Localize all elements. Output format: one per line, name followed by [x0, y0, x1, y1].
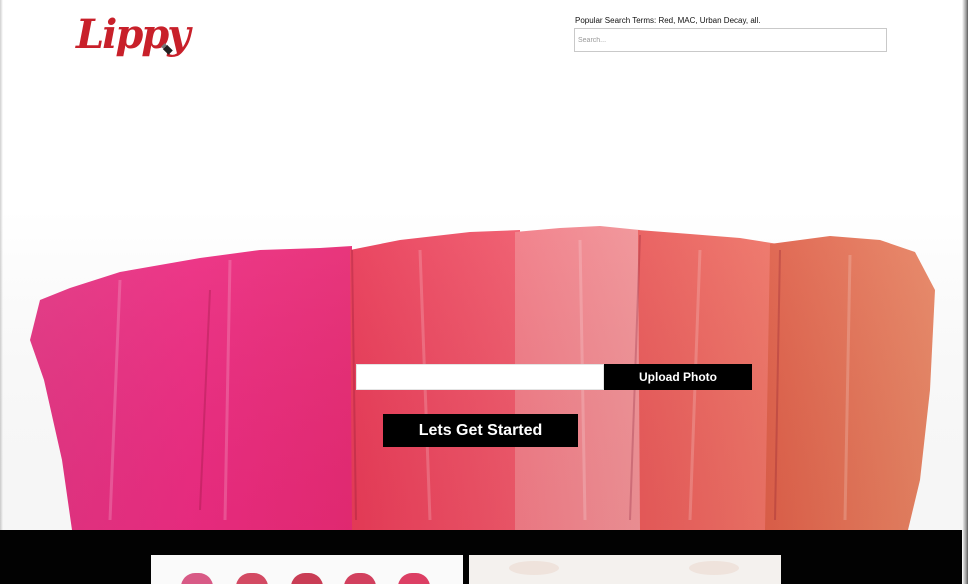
lipstick-swatch	[236, 573, 268, 584]
lipstick-icon	[158, 42, 173, 55]
logo[interactable]: Lippy	[76, 10, 190, 66]
upload-photo-button[interactable]: Upload Photo	[604, 364, 752, 390]
photo-file-field[interactable]	[356, 364, 604, 390]
lipstick-swatch	[181, 573, 213, 584]
face-image-card[interactable]	[469, 555, 781, 584]
lipstick-swatch	[291, 573, 323, 584]
window-edge-right	[962, 0, 968, 584]
featured-section	[0, 530, 962, 584]
lipstick-swatch	[344, 573, 376, 584]
page: Lippy Popular Search Terms: Red, MAC, Ur…	[0, 0, 968, 584]
lets-get-started-button[interactable]: Lets Get Started	[383, 414, 578, 447]
search-input[interactable]	[574, 28, 887, 52]
face-shading	[509, 561, 559, 575]
lipsticks-image-card[interactable]	[151, 555, 463, 584]
popular-search-terms: Popular Search Terms: Red, MAC, Urban De…	[575, 16, 761, 25]
lipstick-swatch	[398, 573, 430, 584]
search-area: Popular Search Terms: Red, MAC, Urban De…	[574, 16, 887, 52]
face-shading	[689, 561, 739, 575]
